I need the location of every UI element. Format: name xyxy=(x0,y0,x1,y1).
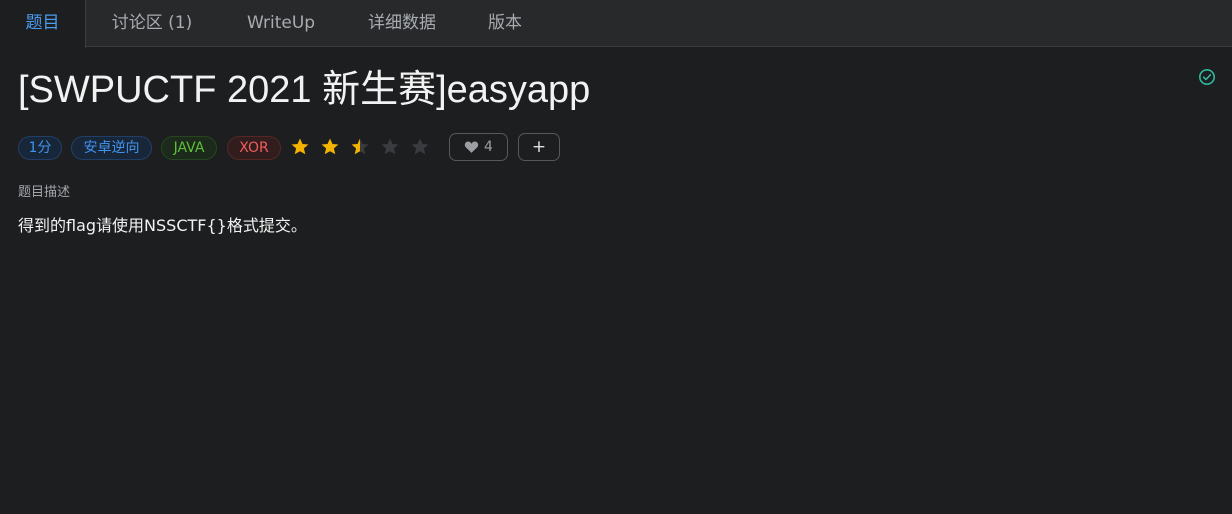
heart-icon xyxy=(464,141,479,153)
like-count: 4 xyxy=(484,139,493,155)
xor-tag[interactable]: XOR xyxy=(227,136,281,160)
tab-problem[interactable]: 题目 xyxy=(0,0,86,48)
tab-version[interactable]: 版本 xyxy=(475,0,535,47)
tab-discussion[interactable]: 讨论区 (1) xyxy=(96,0,208,47)
description-label: 题目描述 xyxy=(18,185,71,200)
star-half-icon xyxy=(351,138,369,155)
star-filled-icon xyxy=(321,138,339,155)
description-text: 得到的flag请使用NSSCTF{}格式提交。 xyxy=(18,216,307,235)
tab-bar: 题目 讨论区 (1) WriteUp 详细数据 版本 xyxy=(0,0,1232,48)
star-empty-icon xyxy=(411,138,429,155)
tab-details[interactable]: 详细数据 xyxy=(355,0,449,47)
star-empty-icon xyxy=(381,138,399,155)
star-filled-icon xyxy=(291,138,309,155)
plus-icon: + xyxy=(531,137,547,157)
score-tag: 1分 xyxy=(18,136,62,160)
java-tag[interactable]: JAVA xyxy=(161,136,217,160)
like-button[interactable]: 4 xyxy=(449,133,508,161)
check-circle-icon xyxy=(1199,69,1215,85)
add-button[interactable]: + xyxy=(518,133,560,161)
category-tag[interactable]: 安卓逆向 xyxy=(71,136,152,160)
page-title: [SWPUCTF 2021 新生赛]easyapp xyxy=(18,69,591,111)
tab-writeup[interactable]: WriteUp xyxy=(234,0,328,47)
